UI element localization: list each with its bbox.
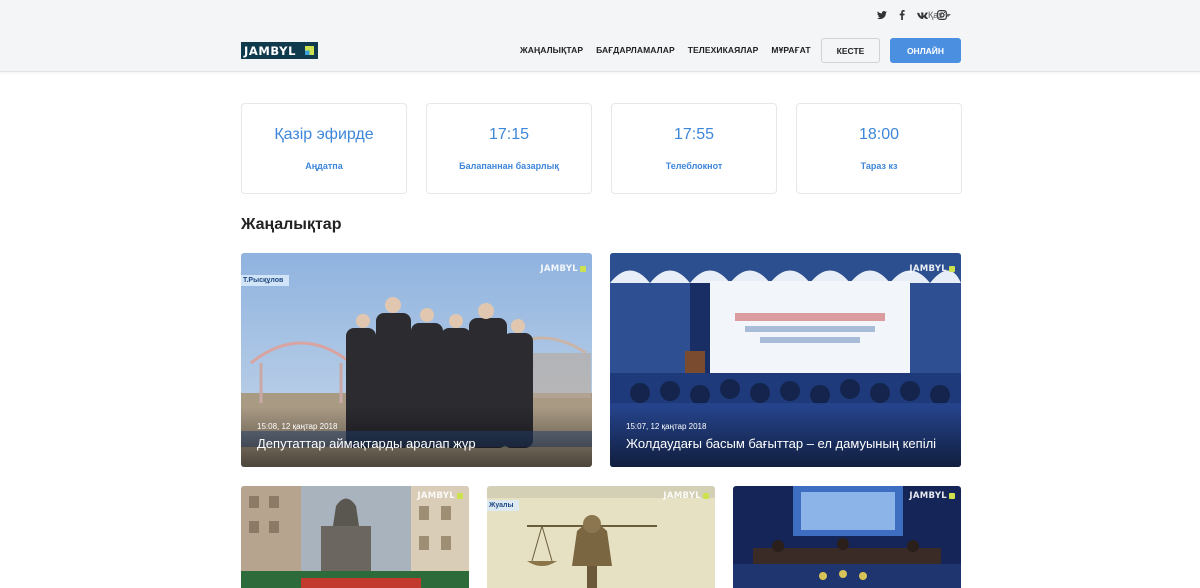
channel-watermark: JAMBYL — [663, 491, 709, 501]
schedule-program: Телеблокнот — [665, 161, 723, 171]
channel-watermark: JAMBYL — [417, 491, 463, 501]
news-card[interactable]: JAMBYL — [733, 486, 961, 588]
schedule-program: Тараз кз — [860, 161, 898, 171]
schedule-time: 18:00 — [858, 126, 900, 143]
schedule-card[interactable]: 17:55 Телеблокнот — [611, 103, 777, 194]
watermark-mark-icon — [703, 493, 709, 499]
schedule-card[interactable]: 18:00 Тараз кз — [796, 103, 962, 194]
location-strip: Т.Рысқұлов — [241, 275, 290, 286]
logo-text: JAMBYL — [244, 43, 297, 58]
nav-item-news[interactable]: ЖАҢАЛЫҚТАР — [520, 45, 583, 55]
location-strip: Жуалы — [487, 500, 520, 511]
news-date: 15:08, 12 қаңтар 2018 — [257, 422, 338, 431]
news-card[interactable]: JAMBYL 15:07, 12 қаңтар 2018 Жолдаудағы … — [610, 253, 961, 467]
watermark-mark-icon — [949, 266, 955, 272]
schedule-time: 17:15 — [488, 126, 530, 143]
facebook-icon[interactable] — [892, 9, 912, 21]
schedule-program: Балапаннан базарлық — [459, 161, 559, 171]
online-button[interactable]: ОНЛАЙН — [890, 38, 961, 63]
watermark-text: JAMBYL — [909, 264, 947, 274]
news-photo — [733, 486, 961, 588]
main-nav: ЖАҢАЛЫҚТАР БАҒДАРЛАМАЛАР ТЕЛЕХИКАЯЛАР МҰ… — [520, 45, 824, 55]
language-selector[interactable]: Қаз — [928, 10, 952, 20]
watermark-mark-icon — [457, 493, 463, 499]
news-photo — [487, 486, 715, 588]
nav-item-archive[interactable]: МҰРАҒАТ — [771, 45, 810, 55]
news-date: 15:07, 12 қаңтар 2018 — [626, 422, 707, 431]
schedule-time: 17:55 — [673, 126, 715, 143]
watermark-mark-icon — [580, 266, 586, 272]
site-logo[interactable]: JAMBYL — [241, 42, 318, 59]
schedule-card[interactable]: Қазір эфирде Аңдатпа — [241, 103, 407, 194]
news-section-title: Жаңалықтар — [241, 216, 342, 233]
channel-watermark: JAMBYL — [540, 264, 586, 274]
channel-watermark: JAMBYL — [909, 491, 955, 501]
news-title[interactable]: Жолдаудағы басым бағыттар – ел дамуының … — [626, 436, 936, 451]
channel-watermark: JAMBYL — [909, 264, 955, 274]
schedule-strip: Қазір эфирде Аңдатпа 17:15 Балапаннан ба… — [241, 103, 962, 194]
watermark-mark-icon — [949, 493, 955, 499]
watermark-text: JAMBYL — [909, 491, 947, 501]
nav-item-series[interactable]: ТЕЛЕХИКАЯЛАР — [688, 45, 759, 55]
news-card[interactable]: Т.Рысқұлов JAMBYL 15:08, 12 қаңтар 2018 … — [241, 253, 592, 467]
twitter-icon[interactable] — [872, 9, 892, 21]
news-card[interactable]: JAMBYL — [241, 486, 469, 588]
schedule-time: Қазір эфирде — [274, 126, 374, 143]
news-card[interactable]: Жуалы JAMBYL — [487, 486, 715, 588]
news-title[interactable]: Депутаттар аймақтарды аралап жүр — [257, 436, 476, 451]
language-label: Қаз — [928, 10, 943, 20]
schedule-card[interactable]: 17:15 Балапаннан базарлық — [426, 103, 592, 194]
nav-item-programs[interactable]: БАҒДАРЛАМАЛАР — [596, 45, 675, 55]
watermark-text: JAMBYL — [663, 491, 701, 501]
news-photo — [241, 486, 469, 588]
watermark-text: JAMBYL — [540, 264, 578, 274]
logo-mark-icon — [305, 46, 314, 55]
schedule-program: Аңдатпа — [305, 161, 343, 171]
schedule-button[interactable]: КЕСТЕ — [821, 38, 880, 63]
chevron-down-icon — [945, 14, 952, 17]
watermark-text: JAMBYL — [417, 491, 455, 501]
site-header: Қаз JAMBYL ЖАҢАЛЫҚТАР БАҒДАРЛАМАЛАР ТЕЛЕ… — [0, 0, 1200, 72]
